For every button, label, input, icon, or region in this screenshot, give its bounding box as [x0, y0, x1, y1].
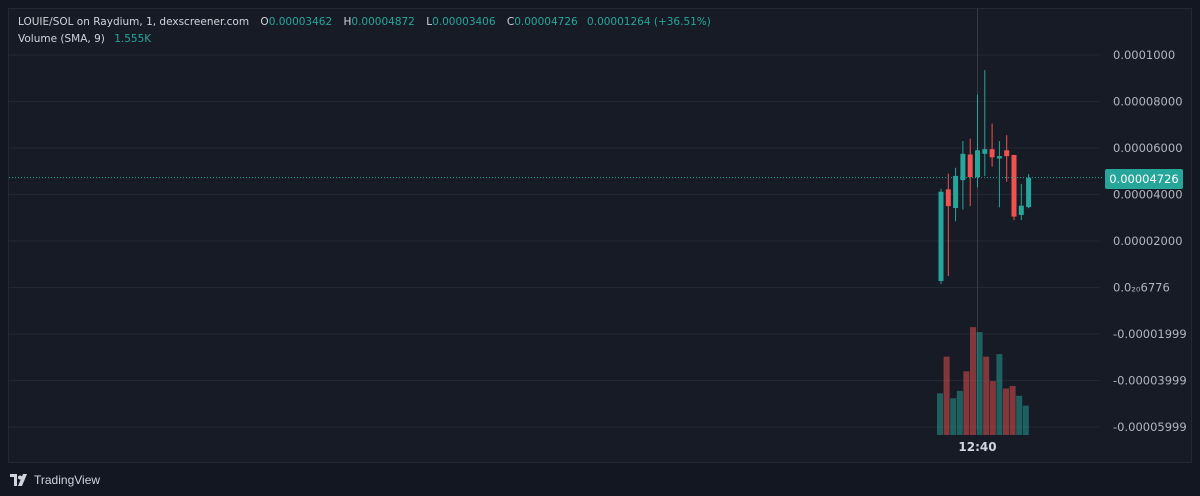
low-value: 0.00003406: [432, 16, 496, 28]
candle-body-5: [975, 150, 980, 178]
high-value: 0.00004872: [351, 16, 415, 28]
volume-value: 1.555K: [114, 33, 152, 45]
candle-body-0: [938, 191, 944, 281]
volume-bar-1: [943, 356, 950, 435]
volume-bar-3: [956, 390, 963, 435]
candle-9: [1004, 135, 1010, 182]
grid-lines: [9, 9, 1100, 430]
candle-body-10: [1011, 154, 1017, 217]
volume-bar-4: [963, 371, 970, 435]
volume-bar-0: [937, 393, 943, 435]
candle-0: [938, 188, 944, 285]
y-tick-label-7: -0.00003999: [1113, 374, 1187, 388]
candle-body-4: [967, 154, 973, 178]
candle-body-6: [982, 149, 988, 154]
candle-1: [945, 173, 951, 276]
volume-bar-7: [983, 356, 990, 435]
chart-frame: 0.0001000 0.00008000 0.00006000 0.00004000 0…: [0, 0, 1200, 496]
candle-11: [1018, 184, 1024, 221]
y-tick-label-3: 0.00004000: [1113, 188, 1183, 202]
candlestick-chart[interactable]: 0.00010000.000080000.000060000.000040000…: [0, 0, 1200, 496]
volume-bar-9: [996, 354, 1003, 435]
pair-title: LOUIE/SOL on Raydium, 1, dexscreener.com: [18, 16, 250, 28]
volume-bar-2: [950, 398, 957, 435]
candle-body-7: [989, 149, 995, 158]
y-tick-label-5: 0.0₂₀6776: [1113, 281, 1170, 295]
candle-body-9: [1004, 150, 1010, 157]
current-price-label: 0.00004726: [1105, 169, 1183, 189]
brand-footer[interactable]: TradingView: [10, 471, 100, 489]
y-tick-label-2: 0.00006000: [1113, 141, 1183, 155]
candle-body-11: [1018, 205, 1024, 215]
price-change: 0.00001264 (+36.51%): [587, 16, 711, 28]
candle-3: [960, 141, 966, 210]
candle-8: [996, 141, 1002, 208]
volume-bar-13: [1022, 405, 1029, 435]
volume-bar-12: [1016, 395, 1023, 435]
candle-7: [989, 123, 995, 167]
volume-bar-8: [989, 381, 996, 435]
candle-body-3: [960, 153, 966, 181]
candle-5: [975, 94, 980, 188]
open-value: 0.00003462: [268, 16, 333, 28]
y-axis: 0.0001000 0.00008000 0.00006000 0.00004000 0…: [1113, 48, 1187, 434]
candle-4: [967, 138, 973, 207]
tradingview-brand: TradingView: [34, 473, 101, 487]
volume-bar-10: [1003, 388, 1009, 435]
candle-body-12: [1026, 177, 1032, 208]
close-value: 0.00004726: [514, 16, 578, 28]
volume-bar-5: [970, 327, 976, 435]
volume-bar-11: [1009, 386, 1016, 435]
candle-2: [953, 167, 959, 222]
tradingview-logo-icon: [10, 474, 27, 486]
candle-body-2: [953, 175, 959, 208]
y-tick-label-8: -0.00005999: [1113, 420, 1187, 434]
candle-10: [1011, 154, 1017, 221]
open-label: O: [260, 16, 269, 28]
y-tick-label-4: 0.00002000: [1113, 234, 1183, 248]
volume-bars: [937, 327, 1029, 435]
ohlc-legend: LOUIE/SOL on Raydium, 1, dexscreener.com…: [18, 16, 711, 28]
volume-bar-6: [976, 332, 983, 435]
candle-body-1: [945, 189, 951, 207]
candle-body-8: [996, 156, 1002, 159]
y-tick-label-1: 0.00008000: [1113, 95, 1183, 109]
time-axis-label: 12:40: [958, 440, 997, 454]
y-tick-label-0: 0.0001000: [1113, 48, 1175, 62]
volume-label: Volume (SMA, 9): [18, 33, 105, 45]
candle-6: [982, 70, 988, 176]
y-tick-label-6: -0.00001999: [1113, 327, 1187, 341]
volume-legend: Volume (SMA, 9) 1.555K: [18, 33, 151, 45]
candles: [938, 70, 1032, 285]
candle-12: [1026, 174, 1032, 209]
